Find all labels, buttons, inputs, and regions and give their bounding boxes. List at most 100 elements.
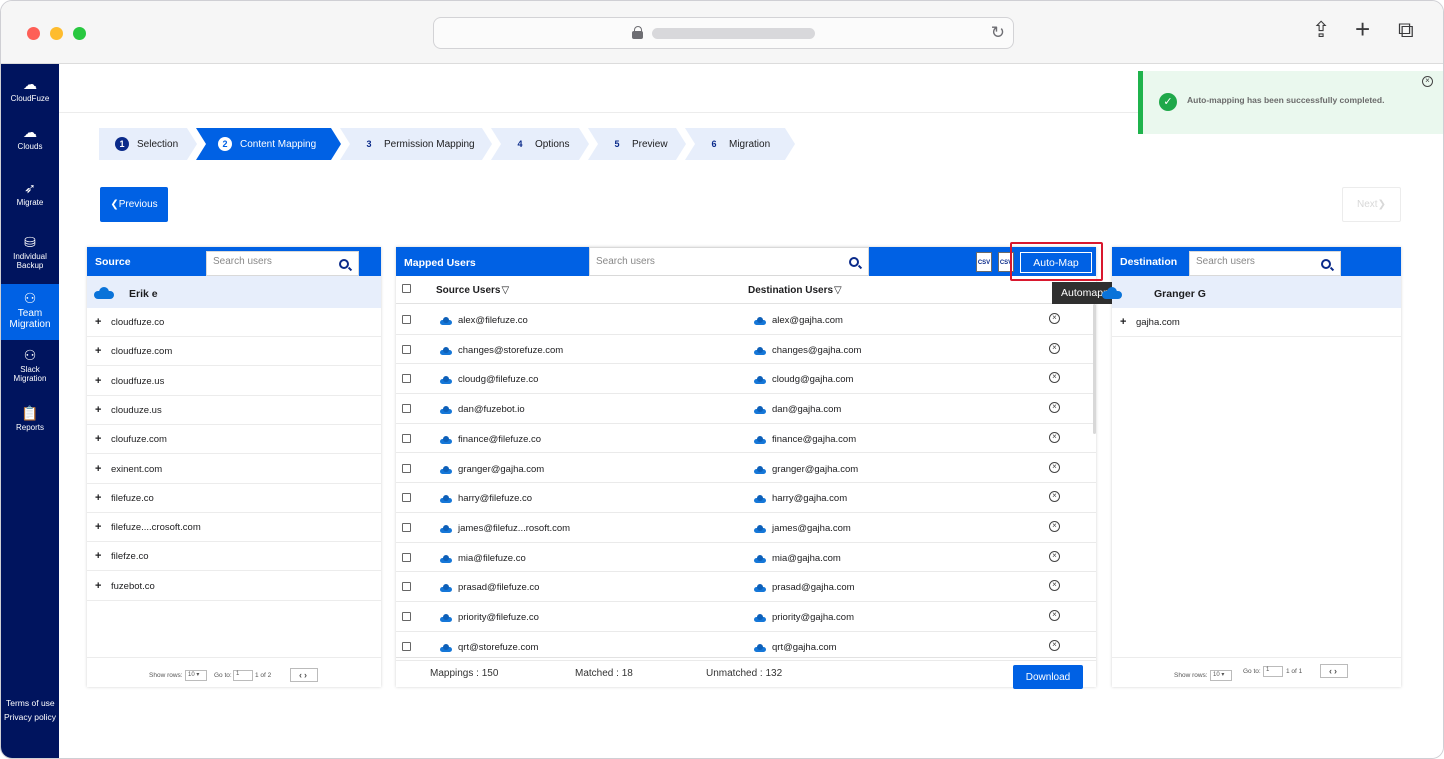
- col-destination-users[interactable]: Destination Users▽: [748, 285, 842, 296]
- sidebar-item-clouds[interactable]: ☁ Clouds: [1, 124, 59, 151]
- row-checkbox[interactable]: [402, 522, 411, 532]
- privacy-link[interactable]: Privacy policy: [4, 712, 56, 722]
- domain-row[interactable]: + filefuze....crosoft.com: [87, 513, 381, 543]
- sidebar-item-team-migration[interactable]: ⚇ Team Migration: [1, 284, 59, 340]
- previous-button[interactable]: ❮Previous: [100, 187, 168, 222]
- step-selection[interactable]: 1 Selection: [99, 128, 197, 160]
- row-checkbox[interactable]: [402, 612, 411, 621]
- remove-icon[interactable]: ×: [1049, 313, 1060, 324]
- expand-icon[interactable]: +: [95, 404, 101, 416]
- expand-icon[interactable]: +: [95, 580, 101, 592]
- row-checkbox[interactable]: [402, 552, 411, 562]
- remove-icon[interactable]: ×: [1049, 550, 1060, 562]
- table-row[interactable]: finance@filefuze.co finance@gajha.com ×: [396, 424, 1096, 454]
- csv-download-icon[interactable]: CSV: [976, 252, 992, 272]
- remove-icon[interactable]: ×: [1049, 520, 1060, 532]
- reload-icon[interactable]: ↻: [991, 23, 1005, 43]
- step-content-mapping[interactable]: 2 Content Mapping: [196, 128, 341, 160]
- mapped-search-input[interactable]: [596, 256, 706, 267]
- domain-row[interactable]: + cloudfuze.com: [87, 337, 381, 367]
- row-checkbox[interactable]: [402, 315, 411, 324]
- table-row[interactable]: prasad@filefuze.co prasad@gajha.com ×: [396, 572, 1096, 602]
- address-bar[interactable]: ↻: [433, 17, 1014, 49]
- row-checkbox[interactable]: [402, 493, 411, 503]
- row-checkbox[interactable]: [402, 433, 411, 443]
- row-checkbox[interactable]: [402, 404, 411, 414]
- close-icon[interactable]: ×: [1422, 76, 1433, 87]
- destination-search-input[interactable]: [1196, 256, 1306, 267]
- rows-select[interactable]: 10 ▾: [1210, 670, 1232, 681]
- expand-icon[interactable]: +: [95, 550, 101, 562]
- next-button[interactable]: Next❯: [1342, 187, 1401, 222]
- sidebar-item-reports[interactable]: 📋 Reports: [1, 405, 59, 432]
- table-row[interactable]: changes@storefuze.com changes@gajha.com ×: [396, 335, 1096, 365]
- remove-icon[interactable]: ×: [1049, 372, 1060, 384]
- search-icon[interactable]: [339, 259, 349, 269]
- col-source-users[interactable]: Source Users▽: [436, 285, 509, 296]
- remove-icon[interactable]: ×: [1049, 639, 1060, 651]
- terms-link[interactable]: Terms of use: [6, 698, 55, 708]
- domain-row[interactable]: + fuzebot.co: [87, 572, 381, 601]
- select-all-checkbox[interactable]: [402, 284, 411, 293]
- domain-row[interactable]: + cloudfuze.co: [87, 308, 381, 337]
- domain-row[interactable]: + gajha.com: [1112, 308, 1401, 337]
- filter-icon[interactable]: ▽: [501, 285, 509, 296]
- brand-logo[interactable]: ☁ CloudFuze: [1, 76, 59, 103]
- sidebar-item-migrate[interactable]: ➶ Migrate: [1, 180, 59, 207]
- scrollbar[interactable]: [1093, 304, 1096, 434]
- remove-icon[interactable]: ×: [1049, 431, 1060, 443]
- remove-icon[interactable]: ×: [1049, 342, 1060, 354]
- close-window-button[interactable]: [27, 27, 40, 40]
- remove-icon[interactable]: ×: [1049, 402, 1060, 414]
- tabs-overview-icon[interactable]: ⧉: [1398, 19, 1414, 41]
- domain-row[interactable]: + cloufuze.com: [87, 425, 381, 455]
- minimize-window-button[interactable]: [50, 27, 63, 40]
- row-checkbox[interactable]: [402, 582, 411, 592]
- source-user-row[interactable]: Erik e: [87, 276, 381, 308]
- remove-icon[interactable]: ×: [1049, 491, 1060, 503]
- maximize-window-button[interactable]: [73, 27, 86, 40]
- new-tab-icon[interactable]: +: [1355, 16, 1370, 42]
- expand-icon[interactable]: +: [95, 521, 101, 533]
- domain-row[interactable]: + filefze.co: [87, 542, 381, 572]
- source-search-input[interactable]: [213, 256, 323, 267]
- sidebar-item-individual-backup[interactable]: ⛁ Individual Backup: [1, 234, 59, 270]
- row-checkbox[interactable]: [402, 463, 411, 473]
- remove-icon[interactable]: ×: [1049, 580, 1060, 592]
- table-row[interactable]: mia@filefuze.co mia@gajha.com ×: [396, 543, 1096, 573]
- sidebar-item-slack-migration[interactable]: ⚇ Slack Migration: [1, 347, 59, 383]
- expand-icon[interactable]: +: [1120, 316, 1126, 328]
- expand-icon[interactable]: +: [95, 316, 101, 328]
- remove-icon[interactable]: ×: [1049, 461, 1060, 473]
- destination-user-row[interactable]: Granger G: [1102, 276, 1401, 308]
- table-row[interactable]: granger@gajha.com granger@gajha.com ×: [396, 454, 1096, 484]
- step-permission-mapping[interactable]: 3 Permission Mapping: [340, 128, 492, 160]
- expand-icon[interactable]: +: [95, 345, 101, 357]
- domain-row[interactable]: + exinent.com: [87, 455, 381, 484]
- filter-icon[interactable]: ▽: [834, 285, 842, 296]
- table-row[interactable]: harry@filefuze.co harry@gajha.com ×: [396, 483, 1096, 513]
- domain-row[interactable]: + cloudfuze.us: [87, 367, 381, 396]
- table-row[interactable]: james@filefuz...rosoft.com james@gajha.co…: [396, 513, 1096, 543]
- download-button[interactable]: Download: [1013, 665, 1083, 689]
- step-options[interactable]: 4 Options: [491, 128, 589, 160]
- page-arrows[interactable]: ‹›: [1320, 664, 1348, 678]
- domain-row[interactable]: + clouduze.us: [87, 396, 381, 425]
- search-icon[interactable]: [849, 257, 859, 267]
- table-row[interactable]: dan@fuzebot.io dan@gajha.com ×: [396, 394, 1096, 424]
- remove-icon[interactable]: ×: [1049, 610, 1060, 621]
- domain-row[interactable]: + filefuze.co: [87, 484, 381, 513]
- table-row[interactable]: priority@filefuze.co priority@gajha.com ×: [396, 602, 1096, 632]
- step-preview[interactable]: 5 Preview: [588, 128, 686, 160]
- expand-icon[interactable]: +: [95, 433, 101, 445]
- go-to-input[interactable]: 1: [1263, 666, 1283, 677]
- expand-icon[interactable]: +: [95, 375, 101, 387]
- table-row[interactable]: cloudg@filefuze.co cloudg@gajha.com ×: [396, 364, 1096, 395]
- go-to-input[interactable]: 1: [233, 670, 253, 681]
- search-icon[interactable]: [1321, 259, 1331, 269]
- rows-select[interactable]: 10 ▾: [185, 670, 207, 681]
- share-icon[interactable]: ⇪: [1312, 19, 1330, 41]
- step-migration[interactable]: 6 Migration: [685, 128, 795, 160]
- expand-icon[interactable]: +: [95, 492, 101, 504]
- page-arrows[interactable]: ‹›: [290, 668, 318, 682]
